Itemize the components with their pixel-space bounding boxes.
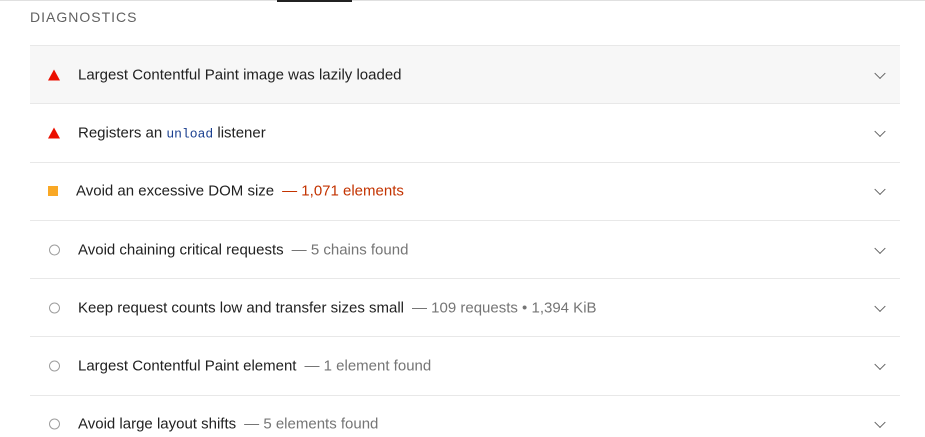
audit-display-value: — 109 requests • 1,394 KiB bbox=[412, 299, 597, 317]
audit-lcp-element[interactable]: Largest Contentful Paint element — 1 elem… bbox=[30, 336, 900, 394]
info-circle-icon bbox=[49, 360, 60, 372]
audit-title: Largest Contentful Paint image was lazil… bbox=[78, 66, 402, 84]
info-circle-icon bbox=[49, 244, 60, 256]
chevron-down-icon[interactable] bbox=[874, 183, 886, 196]
code-snippet: unload bbox=[166, 126, 214, 142]
top-divider bbox=[0, 0, 925, 1]
audit-title: Largest Contentful Paint element — 1 elem… bbox=[78, 357, 432, 375]
info-circle-icon bbox=[49, 302, 60, 314]
audit-title: Avoid large layout shifts — 5 elements fo… bbox=[78, 415, 379, 433]
audit-display-value: — 1 element found bbox=[304, 357, 432, 375]
fail-triangle-icon bbox=[48, 127, 60, 139]
active-tab-indicator bbox=[277, 0, 352, 2]
audit-display-value: — 5 elements found bbox=[244, 415, 379, 433]
audit-resource-summary[interactable]: Keep request counts low and transfer siz… bbox=[30, 278, 900, 336]
audit-title: Keep request counts low and transfer siz… bbox=[78, 299, 597, 317]
fail-triangle-icon bbox=[48, 69, 60, 81]
audit-title: Avoid chaining critical requests — 5 chai… bbox=[78, 241, 409, 259]
chevron-down-icon[interactable] bbox=[874, 417, 886, 429]
audit-title: Avoid an excessive DOM size — 1,071 eleme… bbox=[76, 182, 404, 200]
diagnostics-panel: DIAGNOSTICS Largest Contentful Paint ima… bbox=[0, 0, 925, 437]
audit-unload-listener[interactable]: Registers an unload listener bbox=[30, 103, 900, 161]
chevron-down-icon[interactable] bbox=[874, 358, 886, 371]
chevron-down-icon[interactable] bbox=[874, 125, 886, 137]
chevron-down-icon[interactable] bbox=[874, 242, 886, 254]
audit-display-value: — 1,071 elements bbox=[282, 182, 404, 200]
audit-lcp-lazy-loaded[interactable]: Largest Contentful Paint image was lazil… bbox=[30, 45, 900, 104]
info-circle-icon bbox=[49, 418, 60, 430]
chevron-down-icon[interactable] bbox=[874, 300, 886, 312]
average-square-icon bbox=[48, 186, 58, 197]
audit-critical-request-chains[interactable]: Avoid chaining critical requests — 5 chai… bbox=[30, 219, 900, 278]
audit-display-value: — 5 chains found bbox=[291, 241, 409, 259]
audit-list: Largest Contentful Paint image was lazil… bbox=[30, 45, 900, 437]
section-title: DIAGNOSTICS bbox=[30, 9, 138, 25]
audit-title: Registers an unload listener bbox=[78, 124, 266, 142]
chevron-down-icon[interactable] bbox=[874, 67, 886, 79]
audit-layout-shifts[interactable]: Avoid large layout shifts — 5 elements fo… bbox=[30, 394, 900, 437]
audit-dom-size[interactable]: Avoid an excessive DOM size — 1,071 eleme… bbox=[30, 161, 900, 220]
